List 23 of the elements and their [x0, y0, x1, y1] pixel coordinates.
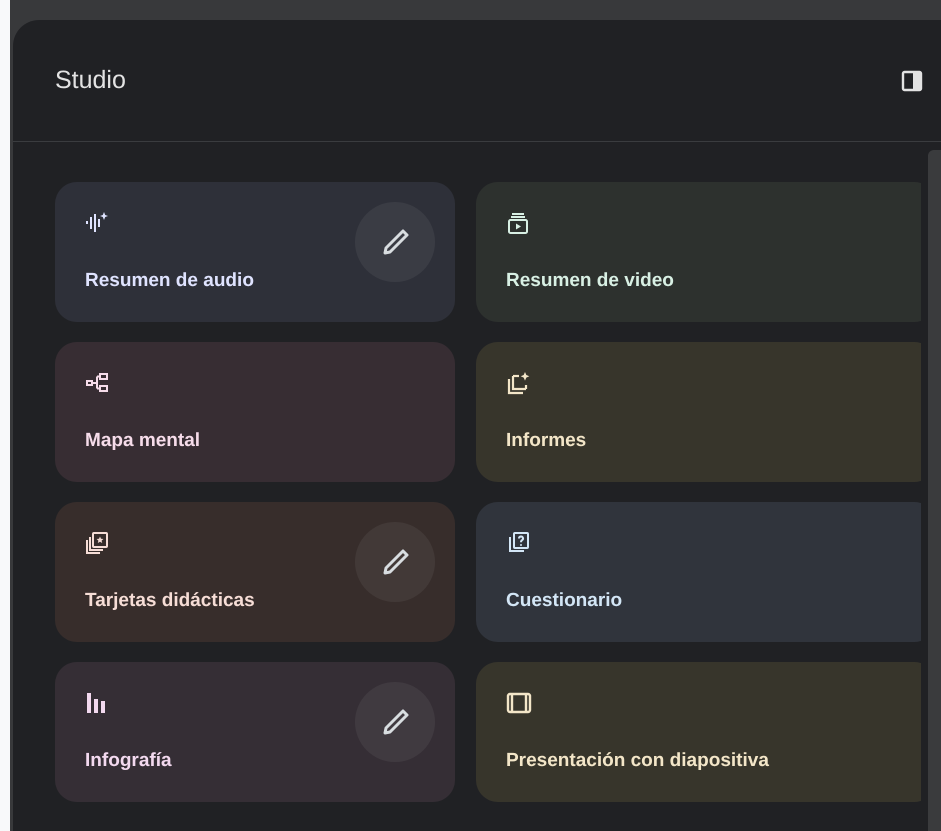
studio-card[interactable]: Mapa mental: [55, 342, 455, 482]
flashcard-icon: [85, 530, 109, 556]
report-icon: [506, 370, 530, 396]
studio-card[interactable]: Cuestionario: [476, 502, 921, 642]
studio-card[interactable]: Infografía: [55, 662, 455, 802]
scrollbar[interactable]: [928, 150, 941, 831]
card-label: Presentación con diapositiva: [506, 750, 769, 772]
card-label: Resumen de audio: [85, 270, 254, 292]
studio-card[interactable]: Informes: [476, 342, 921, 482]
card-label: Resumen de video: [506, 270, 674, 292]
studio-card[interactable]: Resumen de video: [476, 182, 921, 322]
card-label: Tarjetas didácticas: [85, 590, 255, 612]
slide-icon: [506, 690, 532, 716]
card-label: Cuestionario: [506, 590, 622, 612]
studio-card[interactable]: Resumen de audio: [55, 182, 455, 322]
panel-title: Studio: [55, 66, 126, 95]
studio-card[interactable]: Presentación con diapositiva: [476, 662, 921, 802]
panel-toggle-icon[interactable]: [901, 70, 923, 92]
card-label: Informes: [506, 430, 586, 452]
card-label: Infografía: [85, 750, 172, 772]
video-play-icon: [506, 210, 530, 236]
card-label: Mapa mental: [85, 430, 200, 452]
studio-card[interactable]: Tarjetas didácticas: [55, 502, 455, 642]
